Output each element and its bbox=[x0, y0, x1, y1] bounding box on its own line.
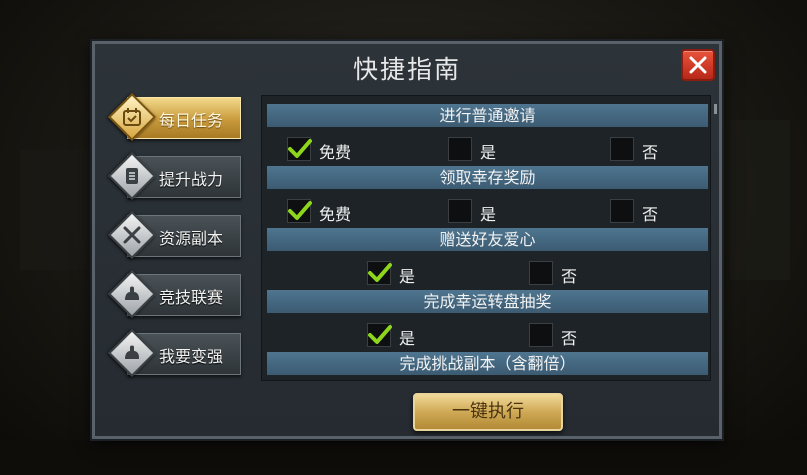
sidebar-item-label: 提升战力 bbox=[159, 170, 224, 189]
sidebar-item-get-stronger[interactable]: 我要变强 bbox=[107, 328, 243, 378]
task-list-panel[interactable]: 进行普通邀请 免费 是 否 领取幸存奖励 免费 是 否 赠送好友爱心 是 否 完… bbox=[261, 95, 711, 381]
checkbox[interactable] bbox=[367, 261, 392, 285]
checkbox[interactable] bbox=[610, 199, 634, 223]
option-label: 是 bbox=[480, 205, 497, 224]
sidebar-item-arena-league[interactable]: 竞技联赛 bbox=[107, 269, 243, 319]
option-label: 免费 bbox=[319, 143, 352, 162]
sidebar-item-improve-power[interactable]: 提升战力 bbox=[107, 151, 243, 201]
option-label: 否 bbox=[642, 205, 659, 224]
one-click-execute-button[interactable]: 一键执行 bbox=[413, 393, 563, 431]
option-label: 是 bbox=[480, 143, 497, 162]
checkbox[interactable] bbox=[287, 137, 312, 161]
checkbox[interactable] bbox=[529, 323, 553, 347]
flexed-arm-icon bbox=[125, 345, 139, 359]
sidebar-item-daily-tasks[interactable]: 每日任务 bbox=[107, 92, 243, 142]
option-label: 免费 bbox=[319, 205, 352, 224]
option-label: 否 bbox=[561, 329, 578, 348]
scrollbar[interactable] bbox=[714, 104, 717, 114]
sidebar-item-resource-dungeon[interactable]: 资源副本 bbox=[107, 210, 243, 260]
checkbox[interactable] bbox=[448, 199, 472, 223]
check-icon bbox=[288, 139, 312, 158]
task-header-challenge-dungeon: 完成挑战副本（含翻倍） bbox=[267, 352, 708, 375]
close-button[interactable] bbox=[681, 49, 715, 81]
calendar-icon bbox=[123, 108, 141, 126]
task-header-claim-survival-reward: 领取幸存奖励 bbox=[267, 166, 708, 189]
sidebar-item-label: 资源副本 bbox=[159, 229, 224, 248]
sidebar-item-label: 竞技联赛 bbox=[159, 288, 224, 307]
crossed-swords-icon bbox=[123, 226, 141, 244]
quick-guide-dialog: 快捷指南 每日任务 提升战力 资源副本 竞技联赛 我要变强 进行普通邀请 免费 … bbox=[92, 41, 722, 439]
option-label: 是 bbox=[399, 267, 416, 286]
task-header-normal-invite: 进行普通邀请 bbox=[267, 104, 708, 127]
sidebar-item-label: 每日任务 bbox=[159, 111, 224, 130]
dialog-title: 快捷指南 bbox=[352, 55, 461, 84]
option-label: 是 bbox=[399, 329, 416, 348]
check-icon bbox=[368, 263, 392, 282]
task-header-lucky-wheel: 完成幸运转盘抽奖 bbox=[267, 290, 708, 313]
close-icon bbox=[689, 56, 707, 74]
checkbox[interactable] bbox=[367, 323, 392, 347]
task-header-send-friend-hearts: 赠送好友爱心 bbox=[267, 228, 708, 251]
checkbox[interactable] bbox=[610, 137, 634, 161]
option-label: 否 bbox=[642, 143, 659, 162]
flexed-arm-icon bbox=[125, 286, 139, 300]
checkbox[interactable] bbox=[448, 137, 472, 161]
option-label: 否 bbox=[561, 267, 578, 286]
scroll-icon bbox=[126, 168, 138, 184]
checkbox[interactable] bbox=[529, 261, 553, 285]
check-icon bbox=[288, 201, 312, 220]
sidebar-item-label: 我要变强 bbox=[159, 347, 224, 366]
checkbox[interactable] bbox=[287, 199, 312, 223]
check-icon bbox=[368, 325, 392, 344]
